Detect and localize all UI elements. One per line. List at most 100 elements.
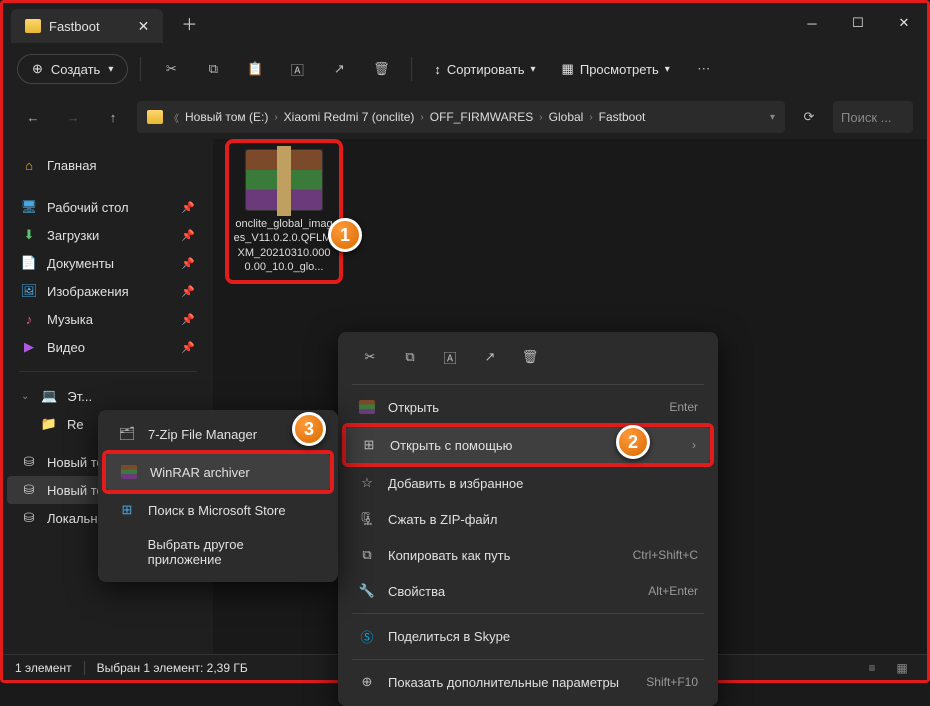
- address-bar: ← → ↑ 《 Новый том (E:)› Xiaomi Redmi 7 (…: [3, 95, 927, 139]
- file-item[interactable]: onclite_global_images_V11.0.2.0.QFLMIXM_…: [225, 139, 343, 284]
- sidebar-downloads[interactable]: ⬇ Загрузки 📌: [7, 221, 209, 249]
- delete-icon[interactable]: 🗑: [512, 342, 548, 372]
- close-button[interactable]: ✕: [881, 3, 927, 43]
- pin-icon: 📌: [181, 201, 195, 214]
- view-icon: ▦: [562, 61, 574, 77]
- forward-button[interactable]: →: [57, 101, 89, 133]
- rename-icon[interactable]: 🄰: [432, 342, 468, 372]
- chevron-down-icon: ▾: [108, 64, 113, 75]
- ctx-open[interactable]: Открыть Enter: [344, 389, 712, 425]
- create-button[interactable]: ⊕ Создать ▾: [17, 54, 128, 84]
- lbl: Рабочий стол: [47, 200, 129, 215]
- lbl: Документы: [47, 256, 114, 271]
- tab-close-icon[interactable]: ✕: [138, 18, 150, 35]
- sidebar-video[interactable]: ▶Видео📌: [7, 333, 209, 361]
- back-button[interactable]: ←: [17, 101, 49, 133]
- lbl: Видео: [47, 340, 85, 355]
- rename-icon[interactable]: 🄰: [279, 51, 315, 87]
- plus-icon: ⊕: [32, 61, 43, 77]
- item-count: 1 элемент: [15, 661, 72, 675]
- lbl: Re: [67, 417, 84, 432]
- pin-icon: 📌: [181, 285, 195, 298]
- crumb-0[interactable]: Новый том (E:): [185, 110, 268, 124]
- gear-icon: 🔧: [358, 583, 376, 599]
- share-icon[interactable]: ↗: [321, 51, 357, 87]
- home-icon: ⌂: [21, 157, 37, 173]
- pin-icon: 📌: [181, 229, 195, 242]
- chevron-down-icon: ▾: [531, 64, 536, 75]
- sort-button[interactable]: ↕ Сортировать ▾: [424, 56, 545, 83]
- share-icon[interactable]: ↗: [472, 342, 508, 372]
- lbl: Открыть с помощью: [390, 438, 512, 453]
- lbl: Загрузки: [47, 228, 99, 243]
- sidebar-home[interactable]: ⌂ Главная: [7, 151, 209, 179]
- toolbar: ⊕ Создать ▾ ✂ ⧉ 📋 🄰 ↗ 🗑 ↕ Сортировать ▾ …: [3, 43, 927, 95]
- maximize-button[interactable]: ☐: [835, 3, 881, 43]
- copy-icon[interactable]: ⧉: [392, 342, 428, 372]
- sidebar-this-pc[interactable]: ⌄💻Эт...: [7, 382, 209, 410]
- badge-1: 1: [328, 218, 362, 252]
- 7zip-icon: 🗂: [118, 426, 136, 442]
- pc-icon: 💻: [41, 388, 57, 404]
- view-button[interactable]: ▦ Просмотреть ▾: [552, 55, 680, 83]
- window-controls: ─ ☐ ✕: [789, 3, 927, 43]
- drive-icon: ⛁: [21, 482, 37, 498]
- folder-icon: 📁: [41, 416, 57, 432]
- winrar-icon: [359, 400, 375, 414]
- ctx-skype[interactable]: Ⓢ Поделиться в Skype: [344, 618, 712, 655]
- selection-info: Выбран 1 элемент: 2,39 ГБ: [97, 661, 248, 675]
- sidebar-documents[interactable]: 📄Документы📌: [7, 249, 209, 277]
- minimize-button[interactable]: ─: [789, 3, 835, 43]
- paste-icon[interactable]: 📋: [237, 51, 273, 87]
- lbl: Поделиться в Skype: [388, 629, 510, 644]
- up-button[interactable]: ↑: [97, 101, 129, 133]
- home-label: Главная: [47, 158, 96, 173]
- collapse-icon[interactable]: ⌄: [21, 391, 29, 402]
- lbl: Показать дополнительные параметры: [388, 675, 619, 690]
- shortcut: Shift+F10: [646, 675, 698, 689]
- tab-add-button[interactable]: ＋: [181, 11, 197, 35]
- ctx-open-with[interactable]: ⊞ Открыть с помощью ›: [346, 427, 710, 463]
- lbl: WinRAR archiver: [150, 465, 250, 480]
- more-icon[interactable]: ⋯: [686, 51, 722, 87]
- ctx-copy-path[interactable]: ⧉ Копировать как путь Ctrl+Shift+C: [344, 537, 712, 573]
- store-icon: ⊞: [118, 502, 136, 518]
- ctx-favorite[interactable]: ☆ Добавить в избранное: [344, 465, 712, 501]
- sidebar-desktop[interactable]: 🖥Рабочий стол📌: [7, 193, 209, 221]
- search-input[interactable]: Поиск ...: [833, 101, 913, 133]
- sidebar-music[interactable]: ♪Музыка📌: [7, 305, 209, 333]
- cut-icon[interactable]: ✂: [352, 342, 388, 372]
- tab-title: Fastboot: [49, 19, 100, 34]
- shortcut: Alt+Enter: [648, 584, 698, 598]
- refresh-button[interactable]: ⟳: [793, 101, 825, 133]
- copy-icon[interactable]: ⧉: [195, 51, 231, 87]
- ctx-zip[interactable]: 🗜 Сжать в ZIP-файл: [344, 501, 712, 537]
- crumb-4[interactable]: Fastboot: [599, 110, 646, 124]
- ctx-more-options[interactable]: ⊕ Показать дополнительные параметры Shif…: [344, 664, 712, 700]
- search-placeholder: Поиск ...: [841, 110, 891, 125]
- lbl: 7-Zip File Manager: [148, 427, 257, 442]
- drive-icon: ⛁: [21, 510, 37, 526]
- view-list-icon[interactable]: ≡: [859, 658, 885, 678]
- crumb-3[interactable]: Global: [549, 110, 584, 124]
- crumb-1[interactable]: Xiaomi Redmi 7 (onclite): [284, 110, 415, 124]
- shortcut: Enter: [669, 400, 698, 414]
- sub-store[interactable]: ⊞ Поиск в Microsoft Store: [104, 492, 332, 528]
- tab-fastboot[interactable]: Fastboot ✕: [11, 9, 163, 43]
- lbl: Изображения: [47, 284, 129, 299]
- pin-icon: 📌: [181, 313, 195, 326]
- doc-icon: 📄: [21, 255, 37, 271]
- download-icon: ⬇: [21, 227, 37, 243]
- sidebar-images[interactable]: 🖼Изображения📌: [7, 277, 209, 305]
- delete-icon[interactable]: 🗑: [363, 51, 399, 87]
- drive-icon: ⛁: [21, 454, 37, 470]
- sub-other-app[interactable]: Выбрать другое приложение: [104, 528, 332, 576]
- view-grid-icon[interactable]: ▦: [889, 658, 915, 678]
- ctx-properties[interactable]: 🔧 Свойства Alt+Enter: [344, 573, 712, 609]
- crumb-2[interactable]: OFF_FIRMWARES: [430, 110, 534, 124]
- lbl: Музыка: [47, 312, 93, 327]
- titlebar: Fastboot ✕ ＋ ─ ☐ ✕: [3, 3, 927, 43]
- breadcrumb-bar[interactable]: 《 Новый том (E:)› Xiaomi Redmi 7 (onclit…: [137, 101, 785, 133]
- sub-winrar[interactable]: WinRAR archiver: [106, 454, 330, 490]
- cut-icon[interactable]: ✂: [153, 51, 189, 87]
